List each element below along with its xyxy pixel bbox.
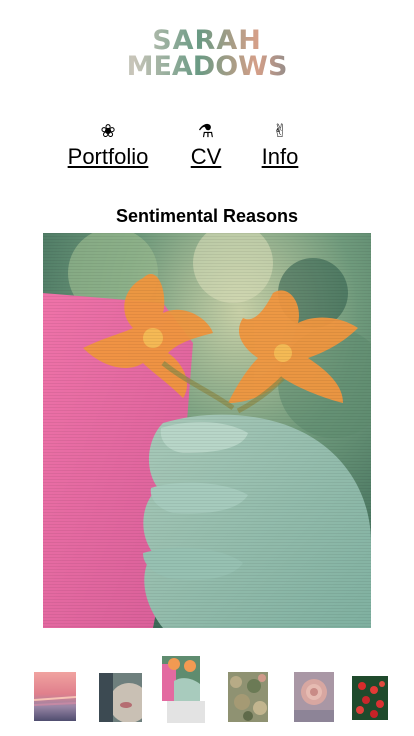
page-title: Sentimental Reasons (115, 206, 299, 226)
nav-cv-label: CV (190, 144, 222, 169)
thumb-pink-sky[interactable] (34, 672, 76, 721)
nav-info-label: Info (261, 144, 299, 169)
thumb-selected-shadow (167, 701, 205, 723)
thumb-rose-image (294, 672, 334, 722)
thumb-red-berries[interactable] (352, 676, 388, 720)
thumb-face-closeup-image (99, 673, 142, 722)
nav-cv[interactable]: ⚗ CV (186, 122, 226, 172)
nav-info[interactable]: ✌ Info (256, 122, 304, 172)
thumb-pink-sky-image (34, 672, 76, 721)
nav-portfolio-label: Portfolio (67, 144, 149, 169)
site-logo[interactable]: SARAH MEADOWS (0, 27, 414, 80)
main-nav: ❀ Portfolio ⚗ CV ✌ Info (0, 122, 414, 178)
main-photo-artwork (43, 233, 371, 628)
thumb-rose[interactable] (294, 672, 334, 722)
thumb-hand-flowers[interactable] (162, 656, 200, 701)
main-photo[interactable] (43, 233, 371, 628)
thumb-foliage-image (228, 672, 268, 722)
peace-hand-icon: ✌ (272, 121, 288, 142)
flask-icon: ⚗ (197, 121, 215, 142)
thumb-face-closeup[interactable] (99, 673, 142, 722)
thumb-foliage[interactable] (228, 672, 268, 722)
flower-icon: ❀ (100, 121, 116, 142)
logo-last-name: MEADOWS (0, 53, 414, 80)
thumb-hand-flowers-image (162, 656, 200, 701)
nav-portfolio[interactable]: ❀ Portfolio (60, 122, 156, 172)
thumb-red-berries-image (352, 676, 388, 720)
